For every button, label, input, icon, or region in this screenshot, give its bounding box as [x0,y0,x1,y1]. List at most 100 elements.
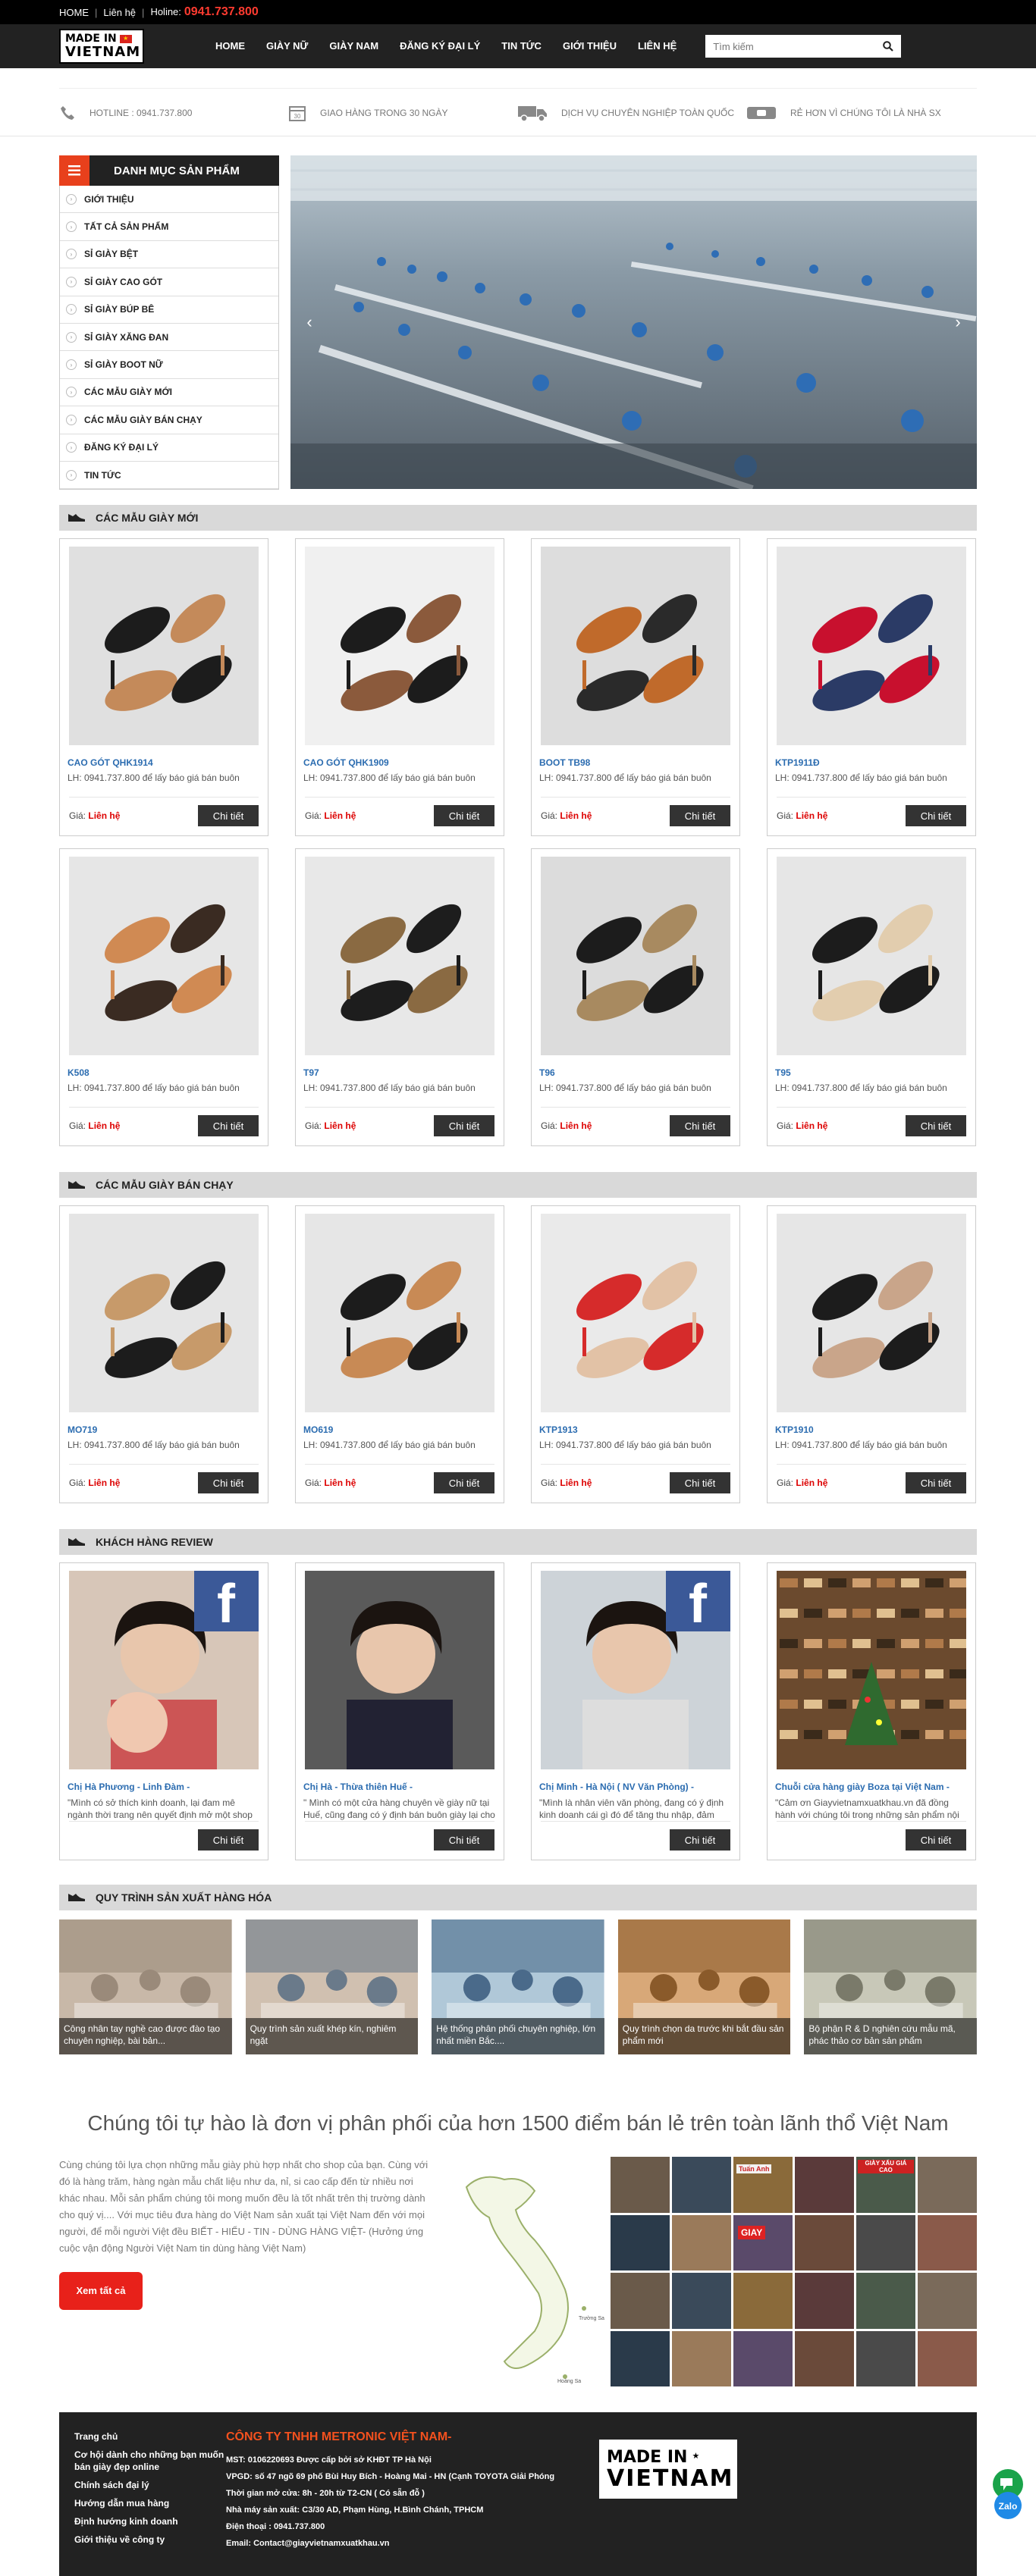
detail-button[interactable]: Chi tiết [434,1115,494,1137]
footer-link-buying-guide[interactable]: Hướng dẫn mua hàng [74,2497,226,2509]
product-card[interactable]: MO619 LH: 0941.737.800 để lấy báo giá bá… [295,1205,504,1504]
product-image[interactable] [296,547,504,746]
nav-home[interactable]: HOME [205,24,256,68]
review-image[interactable] [296,1571,504,1770]
product-name[interactable]: KTP1913 [539,1424,732,1435]
product-image[interactable] [60,857,268,1056]
detail-button[interactable]: Chi tiết [670,805,730,827]
product-name[interactable]: KTP1910 [775,1424,968,1435]
review-image[interactable] [768,1571,975,1770]
product-image[interactable] [296,1214,504,1413]
product-card[interactable]: MO719 LH: 0941.737.800 để lấy báo giá bá… [59,1205,268,1504]
process-item[interactable]: Hệ thống phân phối chuyên nghiệp, lớn nh… [432,1919,604,2055]
nav-men-shoes[interactable]: GIÀY NAM [319,24,389,68]
product-card[interactable]: T95 LH: 0941.737.800 để lấy báo giá bán … [767,848,976,1147]
product-image[interactable] [532,1214,739,1413]
footer-link-company[interactable]: Giới thiệu về công ty [74,2534,226,2546]
detail-button[interactable]: Chi tiết [906,805,966,827]
product-image[interactable] [768,857,975,1056]
footer-link-business[interactable]: Định hướng kinh doanh [74,2515,226,2527]
product-image[interactable] [768,1214,975,1413]
detail-button[interactable]: Chi tiết [198,1115,259,1137]
detail-button[interactable]: Chi tiết [670,1829,730,1851]
product-image[interactable] [296,857,504,1056]
company-email[interactable]: Email: Contact@giayvietnamxuatkhau.vn [226,2535,599,2552]
top-contact-link[interactable]: Liên hệ [103,7,136,18]
detail-button[interactable]: Chi tiết [906,1115,966,1137]
product-card[interactable]: KTP1913 LH: 0941.737.800 để lấy báo giá … [531,1205,740,1504]
category-item-new[interactable]: › CÁC MẪU GIÀY MỚI [60,379,278,407]
detail-button[interactable]: Chi tiết [906,1829,966,1851]
nav-news[interactable]: TIN TỨC [491,24,552,68]
review-name[interactable]: Chị Hà Phương - Linh Đàm - [67,1782,260,1792]
detail-button[interactable]: Chi tiết [670,1472,730,1494]
product-name[interactable]: T95 [775,1067,968,1078]
review-card[interactable]: f Chị Hà Phương - Linh Đàm - "Mình có sở… [59,1562,268,1861]
detail-button[interactable]: Chi tiết [434,1472,494,1494]
product-name[interactable]: CAO GÓT QHK1909 [303,757,496,768]
product-name[interactable]: CAO GÓT QHK1914 [67,757,260,768]
product-card[interactable]: T97 LH: 0941.737.800 để lấy báo giá bán … [295,848,504,1147]
category-item-all[interactable]: › TẤT CẢ SẢN PHẨM [60,213,278,241]
product-name[interactable]: KTP1911Đ [775,757,968,768]
product-name[interactable]: T97 [303,1067,496,1078]
nav-women-shoes[interactable]: GIÀY NỮ [256,24,319,68]
nav-contact[interactable]: LIÊN HỆ [627,24,687,68]
review-name[interactable]: Chị Minh - Hà Nội ( NV Văn Phòng) - [539,1782,732,1792]
review-card[interactable]: Chị Hà - Thừa thiên Huế - " Mình có một … [295,1562,504,1861]
category-item-best[interactable]: › CÁC MẪU GIÀY BÁN CHẠY [60,406,278,434]
review-card[interactable]: Chuỗi cửa hàng giày Boza tại Việt Nam - … [767,1562,976,1861]
detail-button[interactable]: Chi tiết [906,1472,966,1494]
review-image[interactable]: f [532,1571,739,1770]
menu-icon[interactable] [59,155,89,186]
process-item[interactable]: Công nhân tay nghề cao được đào tạo chuy… [59,1919,232,2055]
review-name[interactable]: Chuỗi cửa hàng giày Boza tại Việt Nam - [775,1782,968,1792]
product-card[interactable]: KTP1910 LH: 0941.737.800 để lấy báo giá … [767,1205,976,1504]
zalo-chat-button[interactable]: Zalo [990,2468,1026,2521]
view-all-button[interactable]: Xem tất cả [59,2272,143,2311]
review-card[interactable]: f Chị Minh - Hà Nội ( NV Văn Phòng) - "M… [531,1562,740,1861]
product-name[interactable]: MO619 [303,1424,496,1435]
product-image[interactable] [60,1214,268,1413]
category-item-sandals[interactable]: › SỈ GIÀY XĂNG ĐAN [60,324,278,352]
product-card[interactable]: T96 LH: 0941.737.800 để lấy báo giá bán … [531,848,740,1147]
product-image[interactable] [532,547,739,746]
product-card[interactable]: K508 LH: 0941.737.800 để lấy báo giá bán… [59,848,268,1147]
product-name[interactable]: K508 [67,1067,260,1078]
nav-about[interactable]: GIỚI THIỆU [552,24,627,68]
top-home-link[interactable]: HOME [59,7,89,18]
product-card[interactable]: CAO GÓT QHK1914 LH: 0941.737.800 để lấy … [59,538,268,837]
product-image[interactable] [532,857,739,1056]
product-image[interactable] [60,547,268,746]
process-item[interactable]: Bộ phận R & D nghiên cứu mẫu mã, phác th… [804,1919,977,2055]
category-item-about[interactable]: › GIỚI THIỆU [60,186,278,214]
product-name[interactable]: MO719 [67,1424,260,1435]
logo[interactable]: MADE IN ★ VIETNAM [59,29,144,64]
footer-link-opportunity[interactable]: Cơ hội dành cho những bạn muốn bán giày … [74,2449,226,2473]
hero-slider[interactable]: ‹ › [290,155,977,489]
footer-link-agent-policy[interactable]: Chính sách đại lý [74,2479,226,2491]
slider-prev-icon[interactable]: ‹ [298,311,321,334]
category-item-boots[interactable]: › SỈ GIÀY BOOT NỮ [60,351,278,379]
nav-register-agent[interactable]: ĐĂNG KÝ ĐẠI LÝ [389,24,491,68]
category-item-agent[interactable]: › ĐĂNG KÝ ĐẠI LÝ [60,434,278,462]
company-phone[interactable]: Điện thoại : 0941.737.800 [226,2518,599,2535]
footer-link-home[interactable]: Trang chủ [74,2430,226,2443]
detail-button[interactable]: Chi tiết [198,1829,259,1851]
search-button[interactable] [875,35,901,58]
review-name[interactable]: Chị Hà - Thừa thiên Huế - [303,1782,496,1792]
hotline-number[interactable]: 0941.737.800 [184,5,259,18]
category-item-flats[interactable]: › SỈ GIÀY BỆT [60,241,278,269]
category-item-news[interactable]: › TIN TỨC [60,462,278,490]
category-item-ballet[interactable]: › SỈ GIÀY BÚP BÊ [60,296,278,324]
product-card[interactable]: CAO GÓT QHK1909 LH: 0941.737.800 để lấy … [295,538,504,837]
detail-button[interactable]: Chi tiết [670,1115,730,1137]
slider-next-icon[interactable]: › [947,311,969,334]
detail-button[interactable]: Chi tiết [198,1472,259,1494]
detail-button[interactable]: Chi tiết [198,805,259,827]
detail-button[interactable]: Chi tiết [434,805,494,827]
product-image[interactable] [768,547,975,746]
detail-button[interactable]: Chi tiết [434,1829,494,1851]
process-item[interactable]: Quy trình chọn da trước khi bắt đầu sản … [617,1919,791,2055]
product-card[interactable]: BOOT TB98 LH: 0941.737.800 để lấy báo gi… [531,538,740,837]
